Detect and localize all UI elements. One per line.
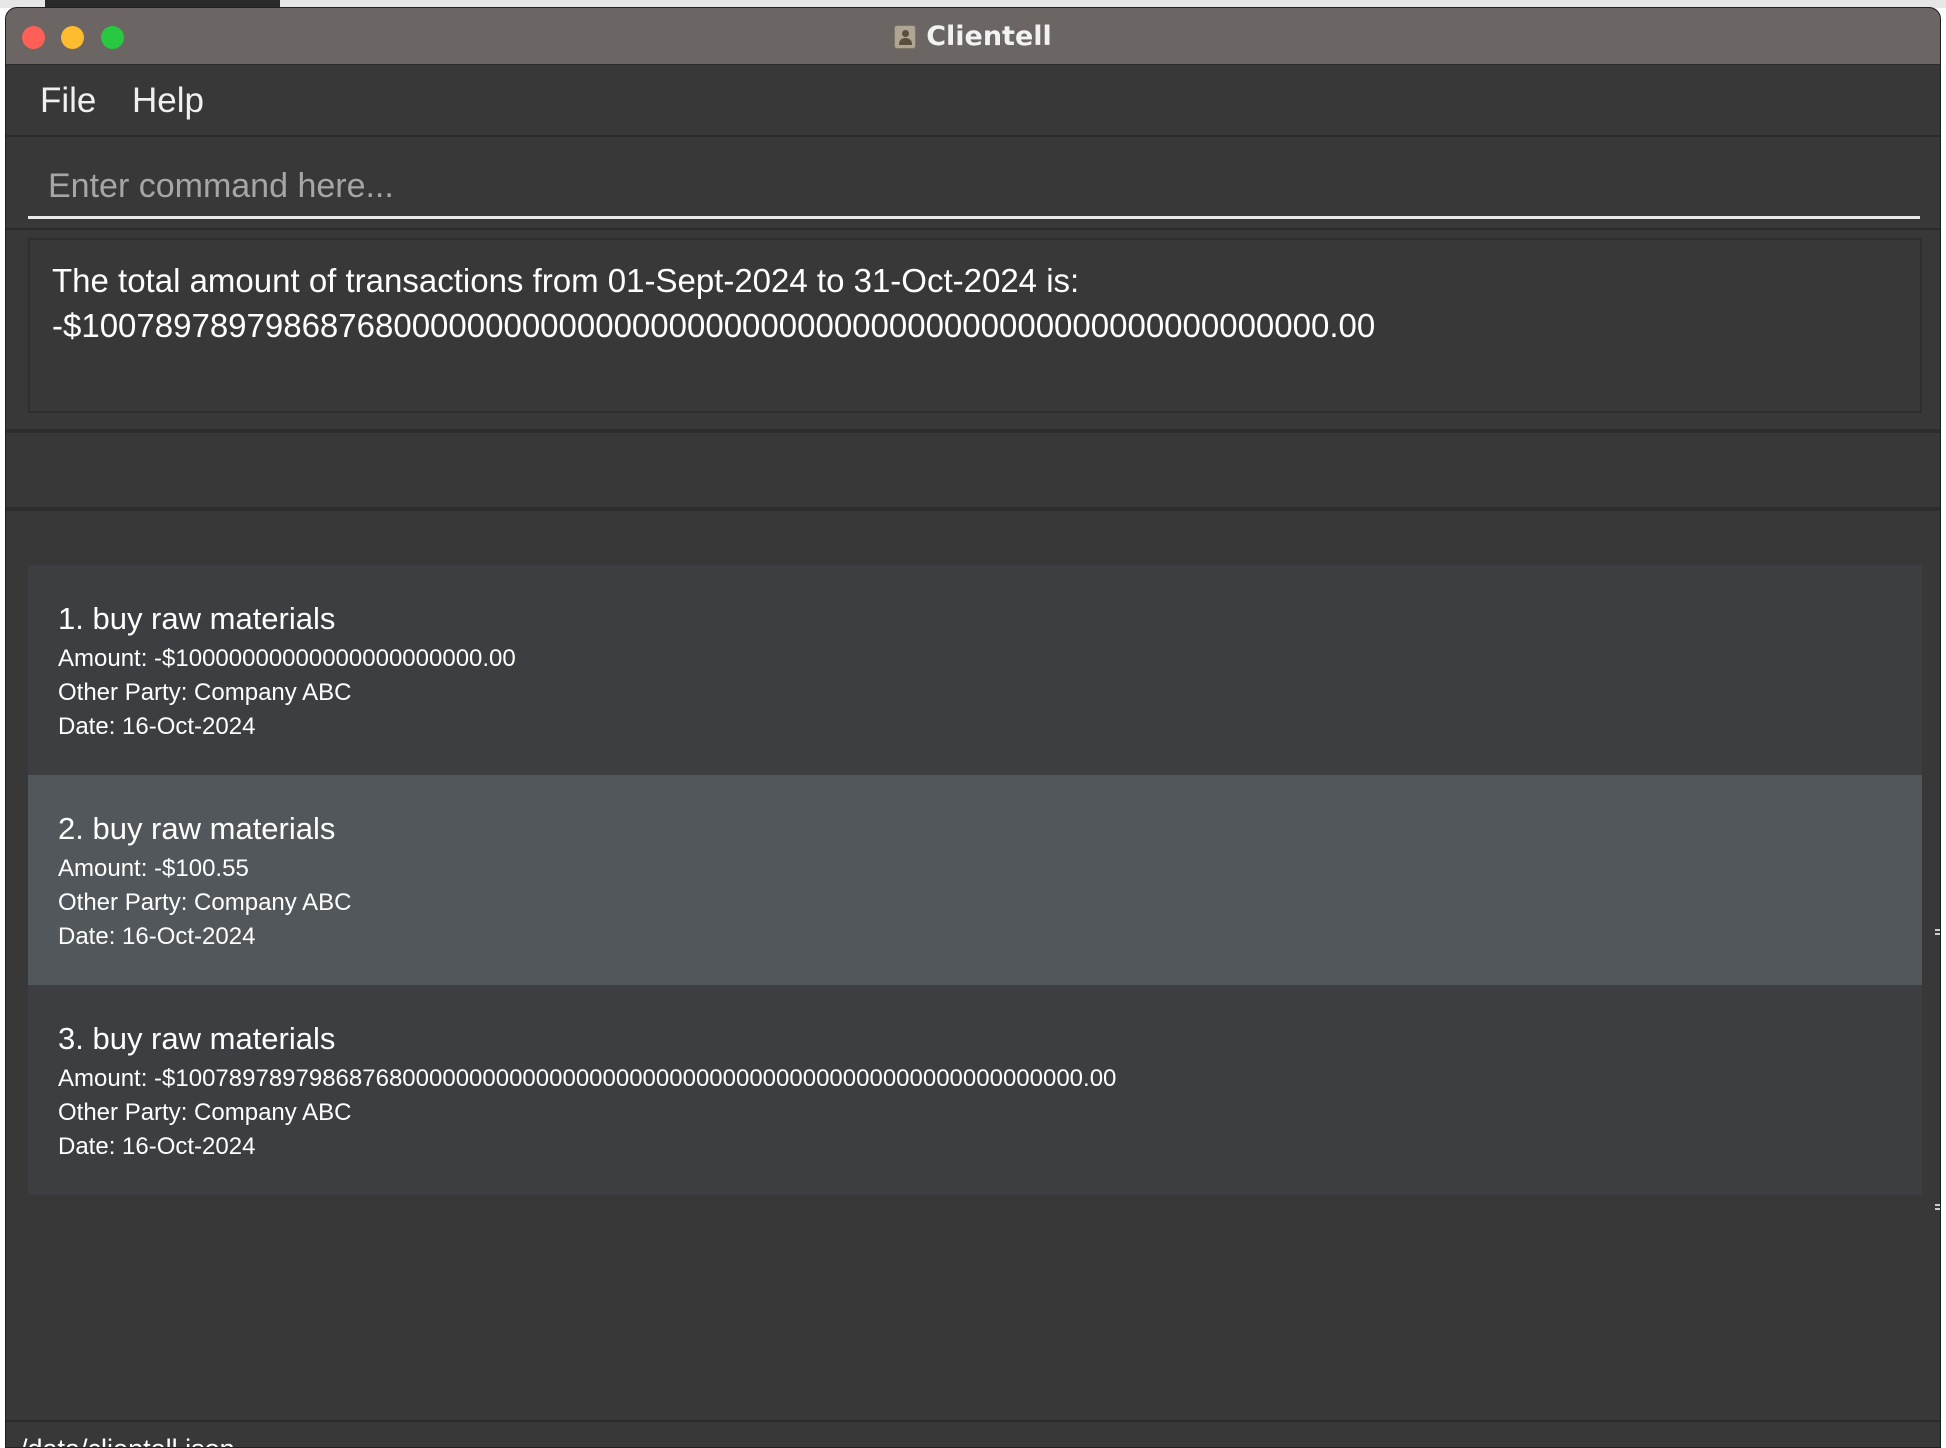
result-display[interactable]: The total amount of transactions from 01…: [28, 238, 1922, 413]
divider: [6, 507, 1940, 511]
storage-path: /data/clientell.json: [20, 1434, 235, 1447]
transaction-list[interactable]: 1. buy raw materials Amount: -$100000000…: [28, 565, 1922, 1197]
title-wrap: Clientell: [6, 8, 1940, 65]
command-box: [28, 139, 1920, 219]
menu-help[interactable]: Help: [132, 81, 204, 121]
transaction-title: 3. buy raw materials: [58, 1021, 336, 1056]
transaction-other-party: Other Party: Company ABC: [58, 1099, 352, 1126]
transaction-title: 2. buy raw materials: [58, 811, 336, 846]
transaction-date: Date: 16-Oct-2024: [58, 1133, 256, 1160]
menu-file[interactable]: File: [40, 81, 96, 121]
resize-handle-mark[interactable]: [1935, 1204, 1940, 1210]
transaction-date: Date: 16-Oct-2024: [58, 923, 256, 950]
transaction-amount: Amount: -$100.55: [58, 855, 249, 882]
command-input[interactable]: [28, 139, 1920, 216]
transaction-other-party: Other Party: Company ABC: [58, 679, 352, 706]
transaction-other-party: Other Party: Company ABC: [58, 889, 352, 916]
transaction-title: 1. buy raw materials: [58, 601, 336, 636]
address-book-icon: [894, 24, 917, 49]
title-bar[interactable]: Clientell: [6, 8, 1940, 65]
transaction-card[interactable]: 3. buy raw materials Amount: -$100789789…: [28, 985, 1922, 1195]
transaction-card-selected[interactable]: 2. buy raw materials Amount: -$100.55 Ot…: [28, 775, 1922, 985]
status-bar: /data/clientell.json: [6, 1420, 1940, 1447]
window-title: Clientell: [926, 21, 1052, 52]
resize-handle-mark[interactable]: [1935, 929, 1940, 935]
divider: [6, 429, 1940, 433]
divider: [6, 228, 1940, 230]
transaction-amount: Amount: -$10000000000000000000000.00: [58, 645, 516, 672]
transaction-amount: Amount: -$100789789798687680000000000000…: [58, 1065, 1117, 1092]
app-window: Clientell File Help The total amount of …: [5, 7, 1941, 1448]
transaction-date: Date: 16-Oct-2024: [58, 713, 256, 740]
menu-bar: File Help: [6, 65, 1940, 137]
transaction-card[interactable]: 1. buy raw materials Amount: -$100000000…: [28, 565, 1922, 775]
